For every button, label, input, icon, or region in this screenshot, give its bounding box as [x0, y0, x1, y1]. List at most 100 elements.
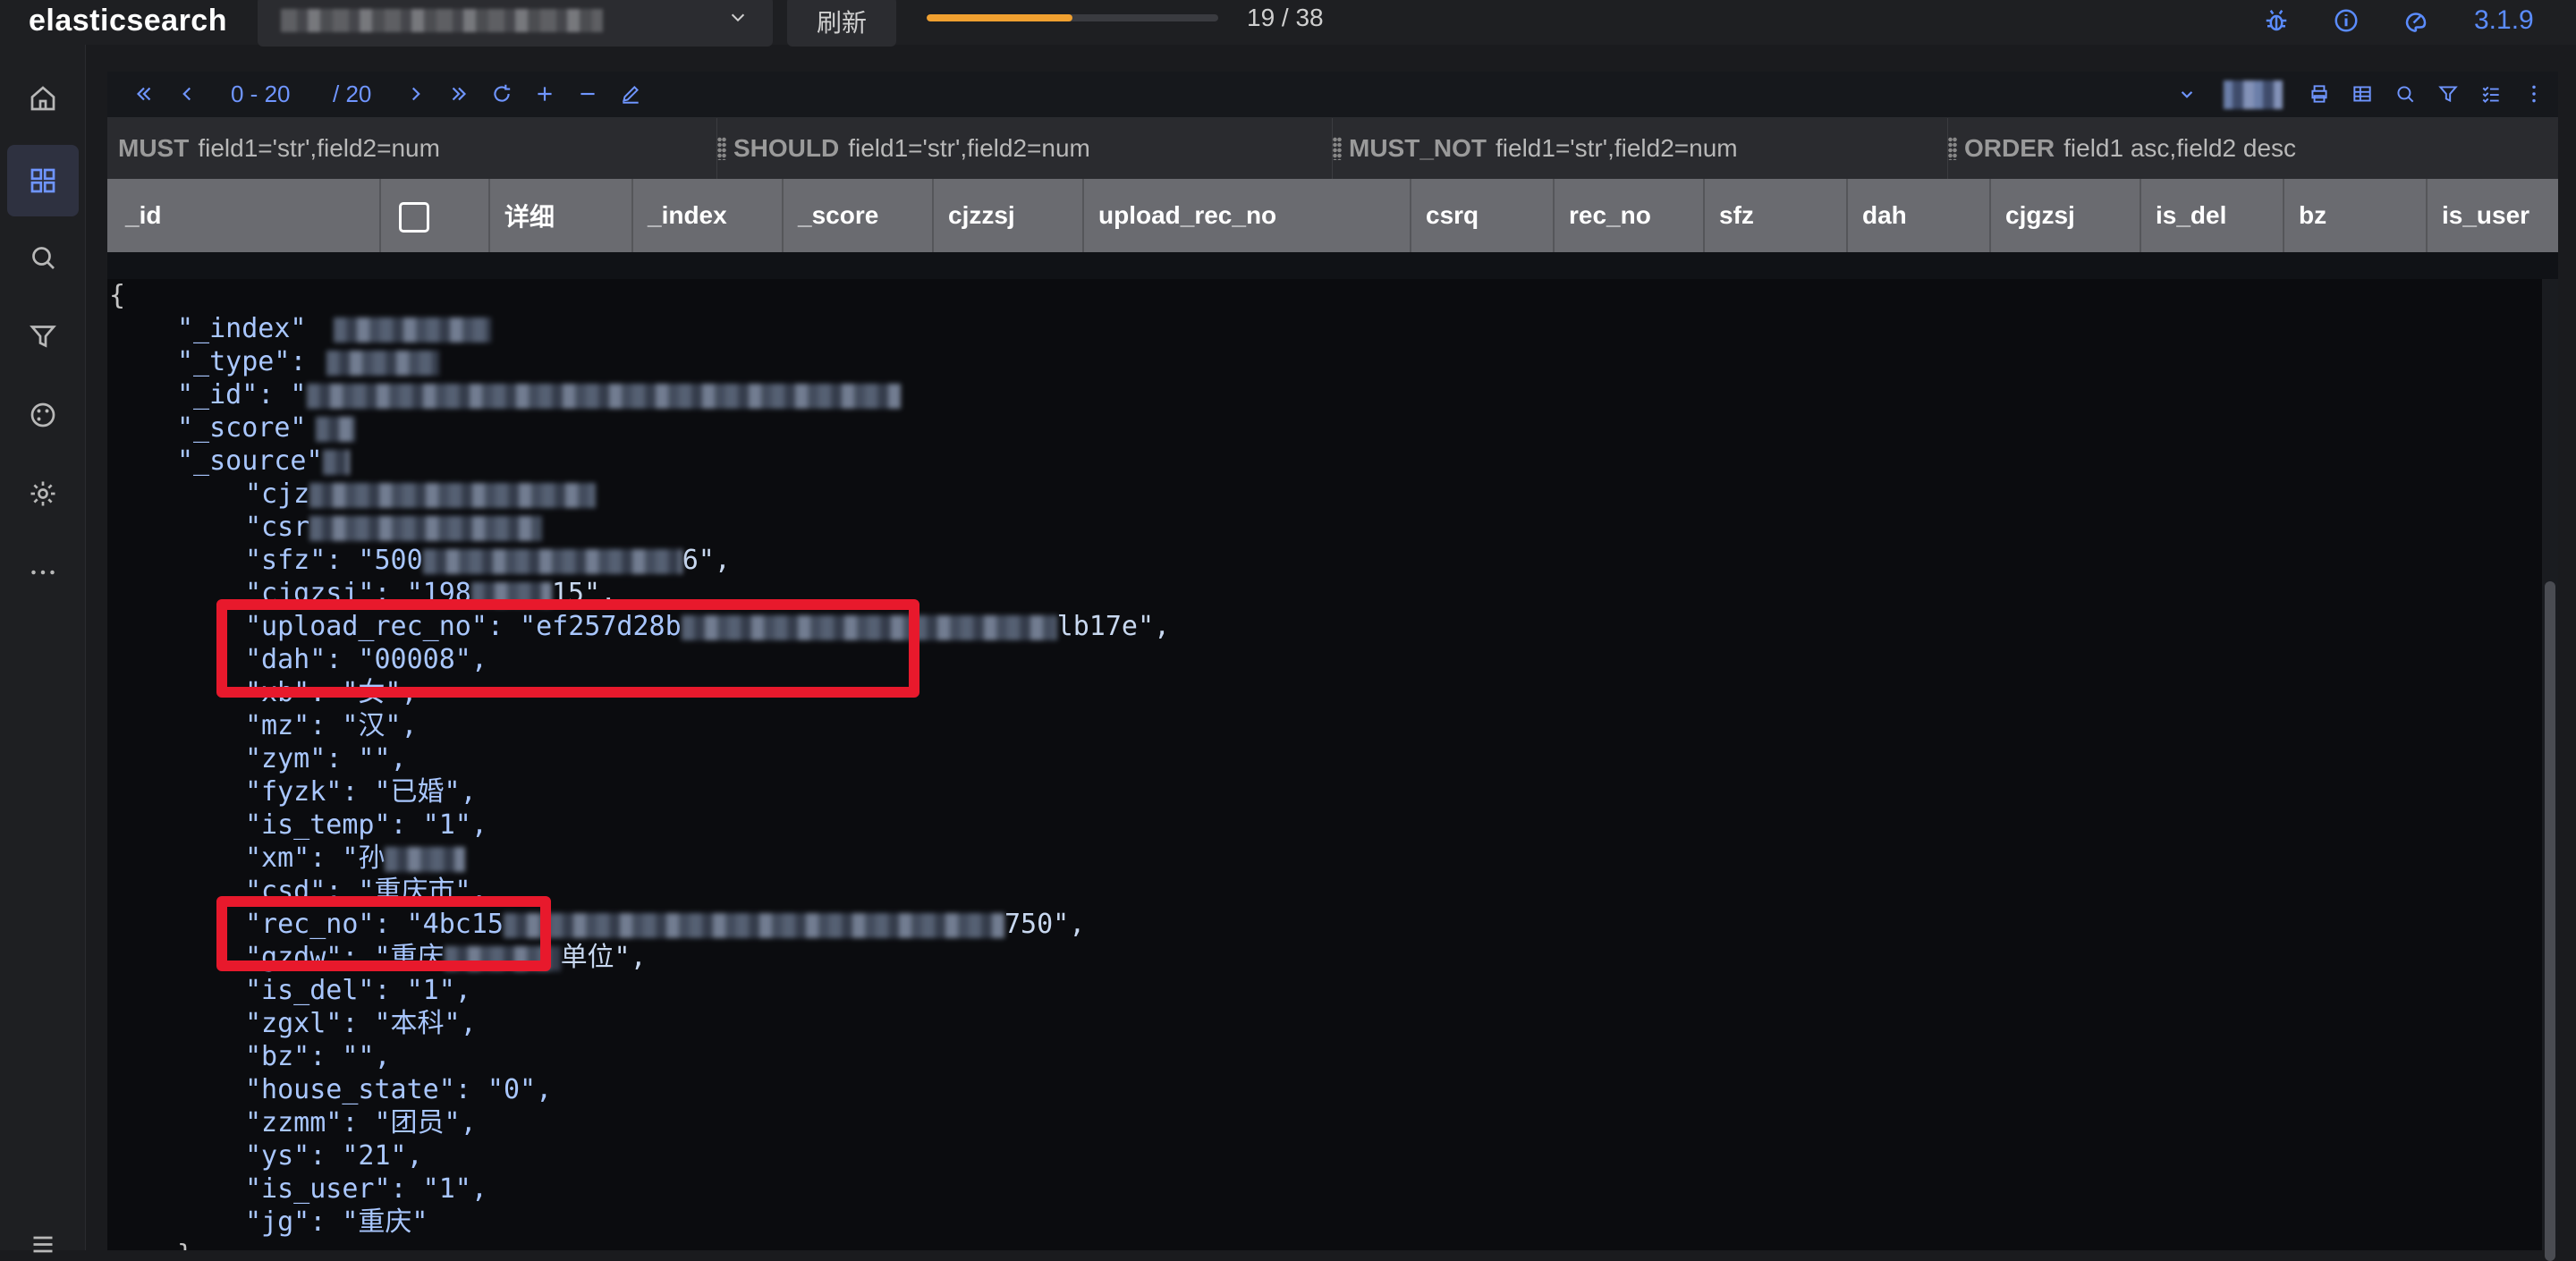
column-header[interactable]: upload_rec_no [1084, 179, 1411, 252]
must-not-label: MUST_NOT [1349, 134, 1487, 162]
column-header[interactable]: cjgzsj [1991, 179, 2141, 252]
json-line: "zzmm": "团员", [245, 1107, 477, 1138]
json-line: "zgxl": "本科", [245, 1008, 477, 1039]
remove-icon[interactable] [576, 82, 599, 106]
index-name-redacted [2224, 80, 2283, 109]
column-header[interactable]: is_user [2428, 179, 2558, 252]
more-icon[interactable] [27, 556, 59, 588]
scrollbar-thumb[interactable] [2545, 581, 2555, 1261]
theme-icon[interactable] [2402, 7, 2429, 34]
json-line: "cjz [245, 478, 597, 511]
must-placeholder: field1='str',field2=num [198, 134, 440, 162]
drag-handle-icon[interactable] [1948, 137, 1957, 160]
result-toolbar: 0 - 20 / 20 [107, 72, 2558, 118]
json-line: "_type": [177, 345, 439, 378]
json-line-sfz: "sfz": "500 6", [245, 545, 731, 576]
drag-handle-icon[interactable] [717, 137, 726, 160]
column-header[interactable]: _id [107, 179, 381, 252]
home-icon[interactable] [27, 82, 59, 114]
page-total: / 20 [333, 80, 372, 107]
drag-handle-icon[interactable] [1333, 137, 1342, 160]
first-page-icon[interactable] [132, 82, 156, 106]
column-header[interactable]: rec_no [1555, 179, 1705, 252]
main-panel: 0 - 20 / 20 MUST field1='str',field2=num… [107, 72, 2558, 1261]
json-line: "_score" [177, 411, 355, 444]
json-brace: } [177, 1239, 193, 1250]
page-range: 0 - 20 [231, 80, 291, 107]
json-line: "bz": "", [245, 1041, 391, 1072]
sidebar [0, 45, 86, 1253]
json-line-xm: "xm": "孙 [245, 842, 466, 875]
search-icon[interactable] [2394, 82, 2417, 106]
column-header[interactable]: _index [633, 179, 784, 252]
highlight-box [216, 599, 919, 698]
json-line: "is_temp": "1", [245, 809, 487, 841]
filter-icon[interactable] [2436, 82, 2460, 106]
should-query-field[interactable]: SHOULD field1='str',field2=num [717, 118, 1333, 179]
json-line: "_source" [177, 444, 350, 478]
query-bar: MUST field1='str',field2=num SHOULD fiel… [107, 118, 2558, 179]
version-label[interactable]: 3.1.9 [2474, 5, 2534, 36]
top-bar: elasticsearch 刷新 19 / 38 3.1.9 [0, 0, 2576, 47]
connection-select[interactable] [258, 0, 773, 47]
menu-icon[interactable] [27, 1227, 59, 1259]
order-placeholder: field1 asc,field2 desc [2063, 134, 2297, 162]
json-line: "mz": "汉", [245, 710, 418, 741]
reload-icon[interactable] [490, 82, 513, 106]
chevron-down-icon [731, 13, 745, 22]
order-query-field[interactable]: ORDER field1 asc,field2 desc [1948, 118, 2558, 179]
json-detail-view[interactable]: { "_index" "_type": "_id": " "_score" "_… [107, 279, 2542, 1250]
column-header[interactable]: cjzzsj [934, 179, 1084, 252]
next-page-icon[interactable] [404, 82, 428, 106]
scrollbar[interactable] [2542, 279, 2558, 1261]
order-label: ORDER [1964, 134, 2055, 162]
checklist-icon[interactable] [2479, 82, 2503, 106]
column-header[interactable]: dah [1848, 179, 1991, 252]
print-icon[interactable] [2308, 82, 2331, 106]
column-header[interactable]: _score [784, 179, 934, 252]
select-all-checkbox[interactable] [399, 202, 429, 233]
select-all-cell [381, 179, 490, 252]
grid-icon[interactable] [27, 165, 59, 197]
json-line: "_id": " [177, 378, 901, 411]
bug-icon[interactable] [2263, 7, 2290, 34]
add-icon[interactable] [533, 82, 556, 106]
must-label: MUST [118, 134, 190, 162]
json-line: "is_del": "1", [245, 975, 471, 1006]
progress-text: 19 / 38 [1247, 4, 1324, 31]
must-not-query-field[interactable]: MUST_NOT field1='str',field2=num [1333, 118, 1948, 179]
info-icon[interactable] [2333, 7, 2360, 34]
progress-bar [927, 14, 1218, 21]
must-not-placeholder: field1='str',field2=num [1496, 134, 1738, 162]
column-header[interactable]: bz [2284, 179, 2428, 252]
highlight-box [216, 896, 551, 971]
must-query-field[interactable]: MUST field1='str',field2=num [107, 118, 717, 179]
more-icon[interactable] [2522, 82, 2546, 106]
json-line: "zym": "", [245, 743, 407, 774]
chevron-down-icon[interactable] [2175, 82, 2199, 106]
connection-name-redacted [281, 9, 603, 32]
search-icon[interactable] [27, 241, 59, 274]
column-header[interactable]: csrq [1411, 179, 1555, 252]
json-line: "_index" [177, 312, 491, 345]
json-brace: { [109, 280, 126, 311]
gear-icon[interactable] [27, 478, 59, 510]
table-header: _id 详细 _index _score cjzzsj upload_rec_n… [107, 179, 2558, 252]
prev-page-icon[interactable] [175, 82, 199, 106]
json-line: "is_user": "1", [245, 1173, 487, 1205]
column-header[interactable]: sfz [1705, 179, 1848, 252]
edit-icon[interactable] [619, 82, 642, 106]
json-line: "csr [245, 511, 543, 544]
last-page-icon[interactable] [447, 82, 470, 106]
column-header[interactable]: 详细 [490, 179, 633, 252]
table-icon[interactable] [2351, 82, 2374, 106]
json-line: "fyzk": "已婚", [245, 776, 477, 808]
column-header[interactable]: is_del [2141, 179, 2284, 252]
should-label: SHOULD [733, 134, 840, 162]
palette-icon[interactable] [27, 399, 59, 431]
refresh-button[interactable]: 刷新 [787, 0, 896, 47]
progress-fill [927, 14, 1072, 21]
json-line: "ys": "21", [245, 1140, 423, 1172]
filter-icon[interactable] [27, 320, 59, 352]
json-line: "house_state": "0", [245, 1074, 553, 1105]
